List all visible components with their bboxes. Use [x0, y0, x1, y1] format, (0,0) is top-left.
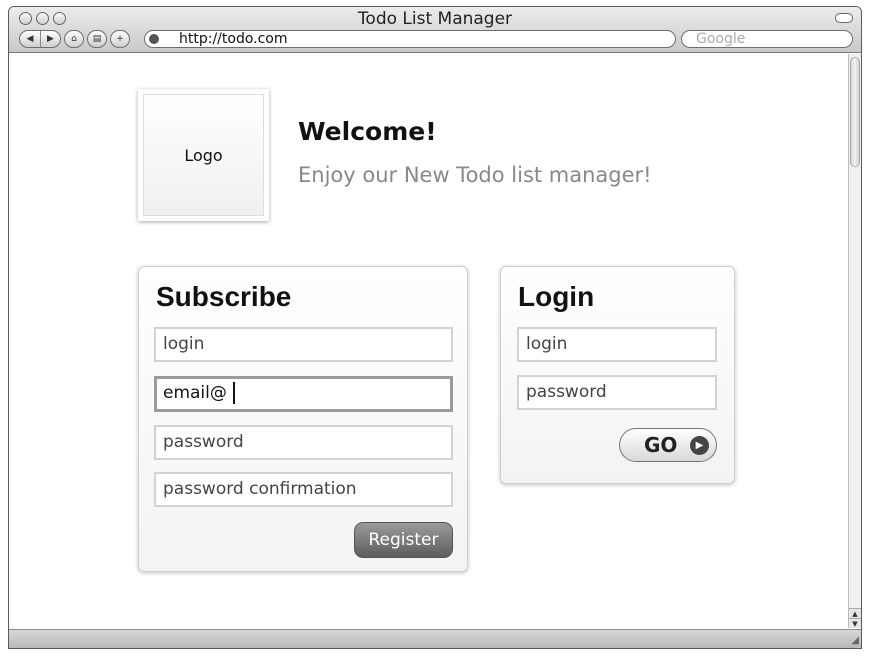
subscribe-password-confirmation-input[interactable]: password confirmation [154, 472, 453, 507]
subscribe-panel: Subscribe login email@ password password… [138, 266, 468, 572]
home-icon[interactable]: ⌂ [64, 30, 84, 48]
vertical-scrollbar[interactable]: ▲ ▼ [848, 54, 861, 628]
welcome-title: Welcome! [298, 117, 437, 146]
print-icon[interactable]: ▤ [87, 30, 107, 48]
navigation-buttons: ◀ ▶ ⌂ ▤ + [19, 30, 130, 48]
register-button[interactable]: Register [354, 522, 453, 558]
logo: Logo [138, 89, 269, 221]
resize-grip-icon[interactable]: ◢ [851, 635, 859, 646]
subscribe-password-confirmation-placeholder: password confirmation [163, 479, 357, 499]
login-password-input[interactable]: password [517, 375, 717, 410]
search-placeholder: Google [696, 31, 746, 47]
url-text: http://todo.com [179, 31, 288, 47]
subscribe-password-placeholder: password [163, 432, 244, 452]
text-caret [232, 382, 235, 404]
address-bar[interactable]: http://todo.com [144, 30, 676, 48]
welcome-subtitle: Enjoy our New Todo list manager! [298, 163, 652, 187]
subscribe-email-input[interactable]: email@ [154, 376, 453, 412]
login-title: Login [518, 281, 595, 312]
subscribe-title: Subscribe [156, 281, 292, 312]
add-bookmark-icon[interactable]: + [110, 30, 130, 48]
login-password-placeholder: password [526, 382, 607, 402]
subscribe-login-placeholder: login [163, 334, 205, 354]
scroll-up-icon[interactable]: ▲ [849, 608, 861, 618]
back-forward-group: ◀ ▶ [19, 30, 61, 48]
login-username-input[interactable]: login [517, 327, 717, 362]
title-bar: Todo List Manager ◀ ▶ ⌂ ▤ + http://todo.… [9, 7, 861, 53]
go-label: GO [644, 433, 678, 457]
logo-label: Logo [184, 145, 223, 165]
forward-icon[interactable]: ▶ [40, 31, 60, 47]
subscribe-login-input[interactable]: login [154, 327, 453, 362]
subscribe-password-input[interactable]: password [154, 425, 453, 460]
back-icon[interactable]: ◀ [20, 31, 40, 47]
subscribe-email-value: email@ [163, 383, 227, 403]
toolbar-toggle-icon[interactable] [835, 13, 853, 23]
window-title: Todo List Manager [357, 9, 513, 29]
login-username-placeholder: login [526, 334, 568, 354]
go-button[interactable]: GO ▶ [619, 428, 717, 462]
login-panel: Login login password GO ▶ [500, 266, 735, 484]
site-icon [149, 34, 159, 44]
search-field[interactable]: Google [681, 30, 853, 48]
scrollbar-thumb[interactable] [850, 57, 860, 167]
arrow-right-icon: ▶ [690, 436, 709, 455]
status-bar: ◢ [9, 629, 861, 648]
scroll-down-icon[interactable]: ▼ [849, 618, 861, 628]
